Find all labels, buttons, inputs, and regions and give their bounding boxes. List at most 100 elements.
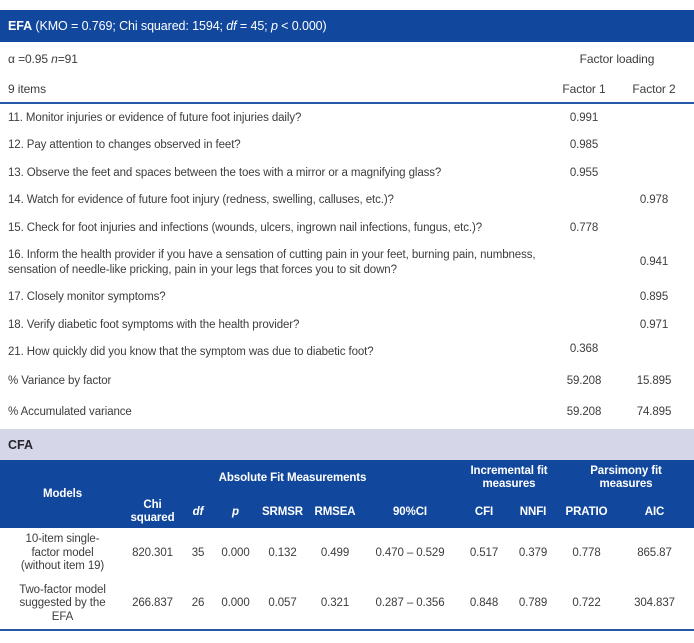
absolute-fit-group-header: Absolute Fit Measurements	[125, 460, 460, 496]
efa-item-row: 12. Pay attention to changes observed in…	[0, 132, 694, 160]
n-symbol: n	[51, 52, 58, 66]
factor1-loading	[550, 311, 618, 339]
cfi-column-header: CFI	[460, 496, 508, 528]
alpha-value: α =0.95	[8, 52, 51, 66]
cfi-value: 0.848	[460, 579, 508, 631]
aic-value: 865.87	[615, 528, 694, 579]
variance-factor1: 59.208	[550, 366, 618, 397]
p-column-header: p	[216, 496, 255, 528]
p-symbol: p	[271, 19, 278, 33]
cfa-section-header: CFA	[0, 429, 694, 460]
p-value: 0.000	[216, 579, 255, 631]
item-text: 17. Closely monitor symptoms?	[0, 284, 550, 312]
efa-section-header: EFA (KMO = 0.769; Chi squared: 1594; df …	[0, 10, 694, 42]
efa-cfa-results-table: EFA (KMO = 0.769; Chi squared: 1594; df …	[0, 0, 694, 643]
srmsr-column-header: SRMSR	[255, 496, 310, 528]
chi-squared-column-header: Chi squared	[125, 496, 180, 528]
cfa-table: Models Absolute Fit Measurements Increme…	[0, 460, 694, 631]
efa-item-row: 11. Monitor injuries or evidence of futu…	[0, 104, 694, 132]
cfa-group-header-row: Models Absolute Fit Measurements Increme…	[0, 460, 694, 496]
item-text: 12. Pay attention to changes observed in…	[0, 132, 550, 160]
ci90-column-header: 90%CI	[360, 496, 460, 528]
rmsea-column-header: RMSEA	[310, 496, 360, 528]
n-value: =91	[58, 52, 78, 66]
factor2-loading	[618, 132, 694, 160]
factor1-column-header: Factor 1	[550, 82, 618, 96]
efa-item-row: 18. Verify diabetic foot symptoms with t…	[0, 311, 694, 339]
variance-row: % Variance by factor 59.208 15.895	[0, 366, 694, 397]
efa-item-row: 21. How quickly did you know that the sy…	[0, 339, 694, 367]
accumulated-variance-factor1: 59.208	[550, 397, 618, 428]
factor2-column-header: Factor 2	[618, 82, 694, 96]
efa-df-value: = 45;	[237, 19, 271, 33]
srmsr-value: 0.057	[255, 579, 310, 631]
models-column-header: Models	[0, 460, 125, 528]
pratio-value: 0.778	[558, 528, 615, 579]
factor2-loading	[618, 214, 694, 242]
efa-p-value: < 0.000)	[278, 19, 327, 33]
factor1-loading	[550, 284, 618, 312]
incremental-fit-group-header: Incremental fit measures	[460, 460, 558, 496]
accumulated-variance-factor2: 74.895	[618, 397, 694, 428]
variance-factor2: 15.895	[618, 366, 694, 397]
factor1-loading	[550, 187, 618, 215]
rmsea-value: 0.499	[310, 528, 360, 579]
factor1-loading: 0.985	[550, 132, 618, 160]
factor-loading-header: Factor loading	[544, 52, 694, 66]
efa-item-row: 13. Observe the feet and spaces between …	[0, 159, 694, 187]
cfa-model-row: 10-item single-factor model (without ite…	[0, 528, 694, 579]
efa-items-table: 11. Monitor injuries or evidence of futu…	[0, 104, 694, 427]
nnfi-column-header: NNFI	[508, 496, 558, 528]
factor1-loading	[550, 242, 618, 284]
efa-item-row: 16. Inform the health provider if you ha…	[0, 242, 694, 284]
factor2-loading	[618, 159, 694, 187]
srmsr-value: 0.132	[255, 528, 310, 579]
efa-item-row: 14. Watch for evidence of future foot in…	[0, 187, 694, 215]
pratio-value: 0.722	[558, 579, 615, 631]
accumulated-variance-row: % Accumulated variance 59.208 74.895	[0, 397, 694, 428]
factor2-loading	[618, 104, 694, 132]
pratio-column-header: PRATIO	[558, 496, 615, 528]
cfa-model-row: Two-factor model suggested by the EFA 26…	[0, 579, 694, 631]
item-text: 11. Monitor injuries or evidence of futu…	[0, 104, 550, 132]
aic-column-header: AIC	[615, 496, 694, 528]
factor2-loading: 0.971	[618, 311, 694, 339]
efa-item-row: 15. Check for foot injuries and infectio…	[0, 214, 694, 242]
df-value: 35	[180, 528, 216, 579]
chi-squared-value: 266.837	[125, 579, 180, 631]
factor2-loading: 0.978	[618, 187, 694, 215]
item-text: 14. Watch for evidence of future foot in…	[0, 187, 550, 215]
nnfi-value: 0.379	[508, 528, 558, 579]
chi-squared-value: 820.301	[125, 528, 180, 579]
model-name: 10-item single-factor model (without ite…	[0, 528, 125, 579]
parsimony-fit-group-header: Parsimony fit measures	[558, 460, 694, 496]
p-value: 0.000	[216, 528, 255, 579]
factor1-loading: 0.955	[550, 159, 618, 187]
factor1-loading: 0.368	[550, 339, 618, 367]
ci90-value: 0.470 – 0.529	[360, 528, 460, 579]
model-name: Two-factor model suggested by the EFA	[0, 579, 125, 631]
cfa-title: CFA	[8, 438, 33, 452]
factor2-loading: 0.895	[618, 284, 694, 312]
item-text: 18. Verify diabetic foot symptoms with t…	[0, 311, 550, 339]
aic-value: 304.837	[615, 579, 694, 631]
items-header-row: 9 items Factor 1 Factor 2	[0, 76, 694, 104]
item-text: 16. Inform the health provider if you ha…	[0, 242, 550, 284]
item-text: 21. How quickly did you know that the sy…	[0, 339, 550, 367]
efa-kmo-stats: (KMO = 0.769; Chi squared: 1594;	[32, 19, 226, 33]
efa-title: EFA	[8, 19, 32, 33]
nnfi-value: 0.789	[508, 579, 558, 631]
cfi-value: 0.517	[460, 528, 508, 579]
alpha-row: α =0.95 n=91 Factor loading	[0, 42, 694, 76]
accumulated-variance-label: % Accumulated variance	[0, 397, 550, 428]
efa-item-row: 17. Closely monitor symptoms? 0.895	[0, 284, 694, 312]
df-column-header: df	[180, 496, 216, 528]
df-value: 26	[180, 579, 216, 631]
alpha-n-label: α =0.95 n=91	[0, 52, 544, 66]
rmsea-value: 0.321	[310, 579, 360, 631]
factor1-loading: 0.991	[550, 104, 618, 132]
factor2-loading	[618, 339, 694, 367]
items-count-header: 9 items	[0, 82, 550, 96]
item-text: 15. Check for foot injuries and infectio…	[0, 214, 550, 242]
factor1-loading: 0.778	[550, 214, 618, 242]
